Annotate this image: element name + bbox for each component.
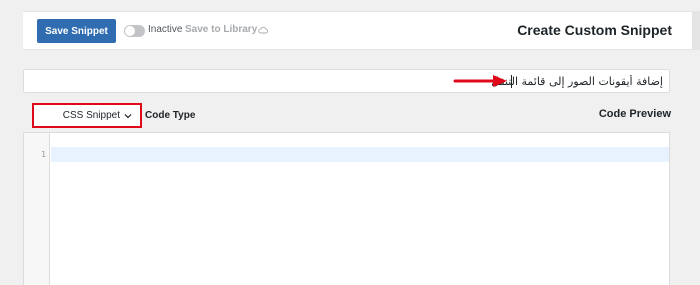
editor-gutter: 1 xyxy=(24,133,50,285)
code-type-selected: CSS Snippet xyxy=(62,110,120,121)
save-to-library-link[interactable]: Save to Library xyxy=(185,24,269,35)
snippet-title-input[interactable] xyxy=(23,69,670,93)
toggle-knob xyxy=(125,26,135,36)
text-cursor xyxy=(511,75,512,88)
scrollbar[interactable] xyxy=(692,11,700,50)
chevron-down-icon xyxy=(124,113,132,118)
toggle-label: Inactive xyxy=(148,24,183,35)
active-toggle[interactable] xyxy=(124,25,145,37)
cloud-icon xyxy=(258,26,269,33)
save-to-library-label: Save to Library xyxy=(185,24,258,35)
code-type-label: Code Type xyxy=(145,110,196,121)
line-number: 1 xyxy=(41,150,46,159)
save-snippet-button[interactable]: Save Snippet xyxy=(37,19,116,43)
active-line-highlight xyxy=(51,147,669,162)
code-type-select[interactable]: CSS Snippet xyxy=(32,103,142,128)
red-arrow-annotation xyxy=(453,75,507,87)
code-editor[interactable]: 1 xyxy=(23,132,670,285)
code-preview-label: Code Preview xyxy=(598,108,671,120)
page-title: Create Custom Snippet xyxy=(517,22,672,38)
